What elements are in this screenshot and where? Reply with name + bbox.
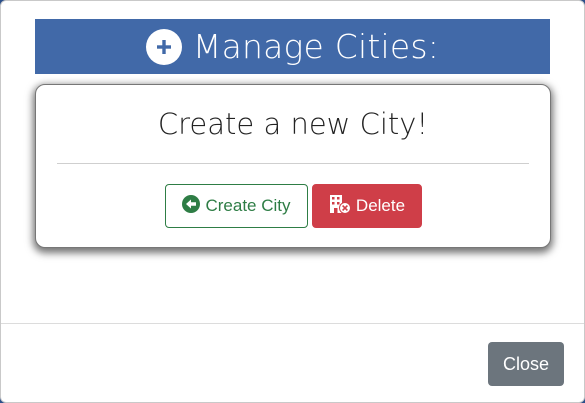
card-divider (57, 163, 529, 164)
delete-label: Delete (355, 196, 406, 215)
create-city-button[interactable]: Create City (165, 184, 308, 228)
create-city-label: Create City (205, 196, 291, 215)
arrow-left-circle-icon (182, 194, 205, 218)
card-title: Create a new City! (157, 107, 429, 141)
building-delete-icon (329, 194, 356, 219)
create-city-card: Create a new City! Create City Delete (35, 84, 551, 248)
page-title: Manage Cities: (192, 27, 440, 66)
plus-circle-icon (145, 28, 182, 65)
footer-divider (1, 323, 584, 324)
close-label: Close (502, 353, 550, 374)
delete-button[interactable]: Delete (312, 184, 422, 228)
modal-header: Manage Cities: (35, 19, 550, 74)
manage-cities-modal: Manage Cities: Create a new City! Create… (0, 0, 585, 403)
close-button[interactable]: Close (488, 342, 564, 386)
